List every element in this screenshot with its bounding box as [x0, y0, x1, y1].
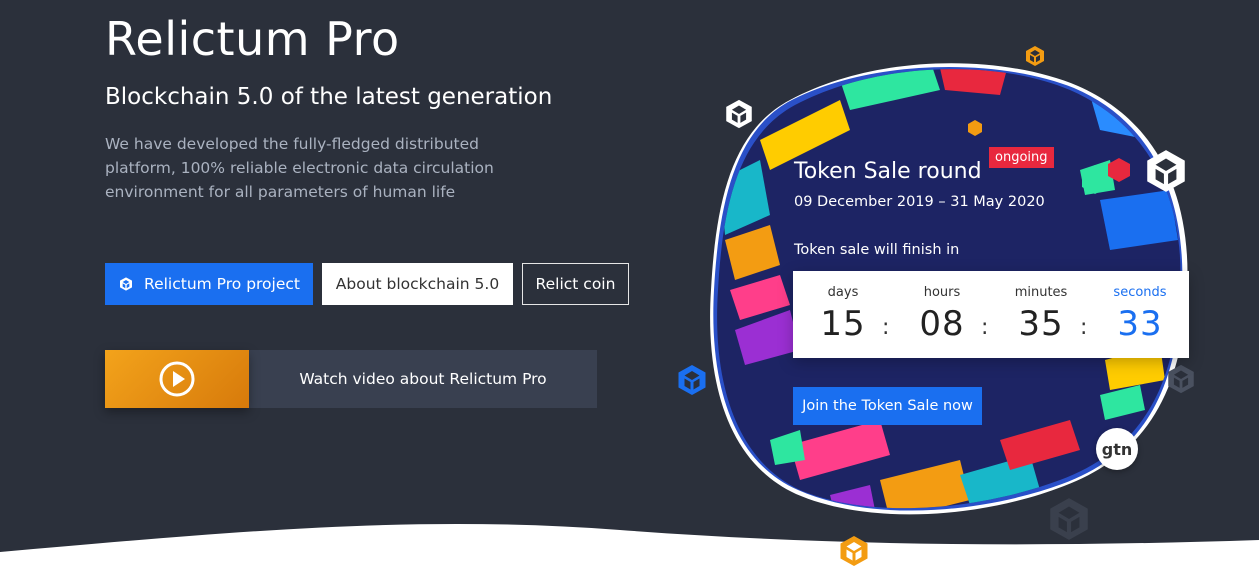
- token-sale-title: Token Sale round: [794, 159, 982, 184]
- cube-icon: [1147, 150, 1185, 192]
- countdown-label: days: [827, 285, 859, 300]
- cube-icon: [1168, 364, 1194, 394]
- cube-icon: [678, 365, 706, 395]
- relict-coin-label: Relict coin: [535, 275, 616, 293]
- countdown-value: 08: [919, 304, 965, 344]
- token-sale-dates: 09 December 2019 – 31 May 2020: [794, 194, 1045, 210]
- countdown-separator: :: [882, 315, 890, 340]
- relictum-pro-project-label: Relictum Pro project: [144, 275, 300, 293]
- page-title: Relictum Pro: [105, 12, 400, 66]
- hero-description: We have developed the fully-fledged dist…: [105, 135, 494, 201]
- countdown-separator: :: [1080, 315, 1088, 340]
- countdown-label: hours: [923, 285, 961, 300]
- cube-icon: [1026, 46, 1044, 66]
- watch-video-button[interactable]: Watch video about Relictum Pro: [105, 350, 597, 408]
- cube-icon: [840, 536, 868, 566]
- countdown-value: 35: [1018, 304, 1064, 344]
- countdown-value: 15: [820, 304, 866, 344]
- relictum-pro-project-button[interactable]: Relictum Pro project: [105, 263, 313, 305]
- countdown-label: seconds: [1113, 285, 1167, 300]
- countdown-days: days 15: [798, 271, 888, 344]
- countdown-timer: days 15 : hours 08 : minutes 35 : second…: [793, 271, 1189, 358]
- countdown-hours: hours 08: [897, 271, 987, 344]
- cube-icon: [1050, 498, 1088, 540]
- status-badge: ongoing: [989, 147, 1054, 168]
- countdown-label: minutes: [1014, 285, 1068, 300]
- countdown-separator: :: [981, 315, 989, 340]
- cube-icon: [726, 99, 752, 129]
- token-sale-finish-label: Token sale will finish in: [794, 242, 960, 258]
- countdown-seconds: seconds 33: [1095, 271, 1185, 344]
- about-blockchain-button[interactable]: About blockchain 5.0: [322, 263, 513, 305]
- page-subtitle: Blockchain 5.0 of the latest generation: [105, 84, 553, 110]
- video-label: Watch video about Relictum Pro: [299, 370, 547, 388]
- join-token-sale-button[interactable]: Join the Token Sale now: [793, 387, 982, 425]
- join-token-sale-label: Join the Token Sale now: [802, 398, 973, 414]
- cube-icon: [118, 276, 134, 292]
- relict-coin-button[interactable]: Relict coin: [522, 263, 629, 305]
- gtn-logo-text: gtn: [1101, 439, 1133, 459]
- gtn-logo[interactable]: gtn: [1096, 428, 1138, 470]
- video-thumbnail[interactable]: [105, 350, 249, 408]
- play-icon[interactable]: [158, 360, 196, 398]
- about-blockchain-label: About blockchain 5.0: [335, 275, 500, 293]
- countdown-minutes: minutes 35: [996, 271, 1086, 344]
- countdown-value: 33: [1117, 304, 1163, 344]
